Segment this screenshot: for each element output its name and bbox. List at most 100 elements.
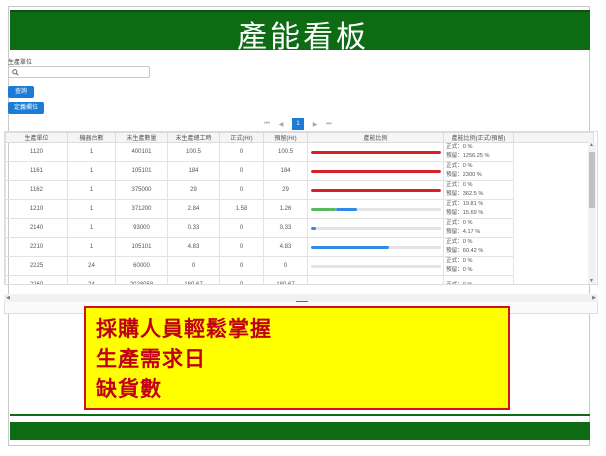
cell-ratio-bar: [307, 142, 444, 162]
progress-bar: [310, 169, 441, 173]
cell-ratio-detail: 正式：0 % 預留：1256.25 %: [443, 142, 514, 162]
cell-qty: 2028058: [115, 275, 168, 284]
pagination: ⏮ ◀ 1 ▶ ⏭: [264, 118, 332, 130]
cell-spacer: [514, 219, 594, 238]
cell-ratio-detail: 正式：0 % 預留：2300 %: [443, 161, 514, 181]
cell-reserved: 100.5: [263, 142, 308, 162]
table-row[interactable]: 1161 1 105101 184 0 184 正式：0 % 預留：2300 %: [5, 161, 594, 181]
scroll-left-icon[interactable]: ◀: [6, 295, 10, 301]
first-page-icon[interactable]: ⏮: [264, 121, 270, 128]
ratio-formal-text: 正式：0 %: [446, 144, 473, 150]
header-ratio-detail[interactable]: 產能比例(正式/預留): [443, 132, 514, 143]
progress-fill: [310, 226, 316, 230]
cell-hours: 180.67: [167, 275, 220, 284]
callout-line-1: 採購人員輕鬆掌握: [96, 317, 272, 341]
cell-hours: 29: [167, 180, 220, 200]
cell-formal: 1.58: [219, 199, 264, 219]
footer-bar: [10, 422, 590, 440]
scroll-up-icon[interactable]: ▲: [589, 142, 594, 148]
cell-ratio-bar: [307, 218, 444, 238]
callout-box: 採購人員輕鬆掌握 生產需求日 缺貨數: [84, 306, 510, 410]
progress-bar: [310, 226, 441, 230]
cell-formal: 0: [219, 256, 264, 276]
table-row[interactable]: 1162 1 375000 29 0 29 正式：0 % 預留：362.5 %: [5, 180, 594, 200]
header-machines[interactable]: 機器台數: [67, 132, 116, 143]
header-formal[interactable]: 正式(Hr): [219, 132, 264, 143]
cell-reserved: 0.33: [263, 218, 308, 238]
header-reserved[interactable]: 預留(Hr): [263, 132, 308, 143]
divider-line: [10, 414, 590, 416]
cell-qty: 105101: [115, 161, 168, 181]
cell-qty: 60000: [115, 256, 168, 276]
cell-unit: 1210: [5, 199, 68, 219]
ratio-formal-text: 正式：19.81 %: [446, 201, 484, 207]
ratio-reserved-text: 預留：1256.25 %: [446, 153, 490, 159]
cell-spacer: [514, 162, 594, 181]
page-title: 產能看板: [237, 20, 369, 55]
table-row[interactable]: 2140 1 93000 0.33 0 0.33 正式：0 % 預留：4.17 %: [5, 218, 594, 238]
cell-formal: 0: [219, 180, 264, 200]
cell-unit: 2260: [5, 275, 68, 284]
cell-spacer: [514, 143, 594, 162]
cell-unit: 1161: [5, 161, 68, 181]
progress-fill: [310, 245, 390, 249]
progress-fill: [310, 283, 355, 284]
next-page-icon[interactable]: ▶: [312, 121, 318, 128]
cell-qty: 371200: [115, 199, 168, 219]
cell-unit: 2225: [5, 256, 68, 276]
prev-page-icon[interactable]: ◀: [278, 121, 284, 128]
table-header-row: 生產單位 機器台數 未生產數量 未生產總工時 正式(Hr) 預留(Hr) 產能比…: [5, 132, 594, 143]
ratio-formal-text: 正式：0 %: [446, 281, 473, 285]
ratio-reserved-text: 預留：0 %: [446, 267, 473, 273]
cell-machines: 1: [67, 199, 116, 219]
cell-reserved: 180.67: [263, 275, 308, 284]
progress-fill: [310, 169, 441, 173]
callout-line-3: 缺貨數: [96, 377, 162, 401]
header-hours[interactable]: 未生產總工時: [167, 132, 220, 143]
header-qty[interactable]: 未生產數量: [115, 132, 168, 143]
header-unit[interactable]: 生產單位: [5, 132, 68, 143]
search-input[interactable]: [23, 68, 147, 77]
scroll-right-icon[interactable]: ▶: [592, 295, 596, 301]
cell-qty: 93000: [115, 218, 168, 238]
header-spacer: [513, 132, 594, 143]
progress-bar: [310, 207, 441, 211]
cell-reserved: 4.83: [263, 237, 308, 257]
query-button[interactable]: 查詢: [8, 86, 34, 98]
ratio-reserved-text: 預留：362.5 %: [446, 191, 484, 197]
capacity-table: 生產單位 機器台數 未生產數量 未生產總工時 正式(Hr) 預留(Hr) 產能比…: [4, 131, 598, 285]
cell-reserved: 184: [263, 161, 308, 181]
cell-formal: 0: [219, 275, 264, 284]
current-page[interactable]: 1: [292, 118, 304, 130]
ratio-formal-text: 正式：0 %: [446, 258, 473, 264]
cell-machines: 24: [67, 256, 116, 276]
vertical-scrollbar[interactable]: ▲ ▼: [588, 142, 596, 284]
cell-hours: 100.5: [167, 142, 220, 162]
scroll-down-icon[interactable]: ▼: [589, 278, 594, 284]
cell-ratio-bar: [307, 275, 444, 284]
table-row[interactable]: 1210 1 371200 2.84 1.58 1.26 正式：19.81 % 預留：15.6…: [5, 199, 594, 219]
cell-qty: 105101: [115, 237, 168, 257]
table-row[interactable]: 2210 1 105101 4.83 0 4.83 正式：0 % 預留：60.42 %: [5, 237, 594, 257]
horizontal-scrollbar[interactable]: ◀ ▶: [4, 294, 598, 305]
cell-spacer: [514, 181, 594, 200]
cell-ratio-detail: 正式：19.81 % 預留：15.69 %: [443, 199, 514, 219]
cell-unit: 1162: [5, 180, 68, 200]
last-page-icon[interactable]: ⏭: [326, 121, 332, 128]
progress-bar: [310, 264, 441, 268]
define-columns-button[interactable]: 定義欄位: [8, 102, 44, 114]
progress-bar: [310, 245, 441, 249]
search-icon: [12, 69, 19, 76]
table-row[interactable]: 2260 24 2028058 180.67 0 180.67 正式：0 %: [5, 275, 594, 285]
header-ratio[interactable]: 產能比例: [307, 132, 444, 143]
table-row[interactable]: 2225 24 60000 0 0 0 正式：0 % 預留：0 %: [5, 256, 594, 276]
ratio-reserved-text: 預留：60.42 %: [446, 248, 484, 254]
ratio-formal-text: 正式：0 %: [446, 163, 473, 169]
table-row[interactable]: 1120 1 400101 100.5 0 100.5 正式：0 % 預留：1256.25 %: [5, 142, 594, 162]
cell-ratio-bar: [307, 199, 444, 219]
cell-ratio-bar: [307, 161, 444, 181]
cell-unit: 2210: [5, 237, 68, 257]
cell-spacer: [514, 257, 594, 276]
search-box[interactable]: [8, 66, 150, 78]
vertical-scroll-thumb[interactable]: [589, 152, 595, 208]
